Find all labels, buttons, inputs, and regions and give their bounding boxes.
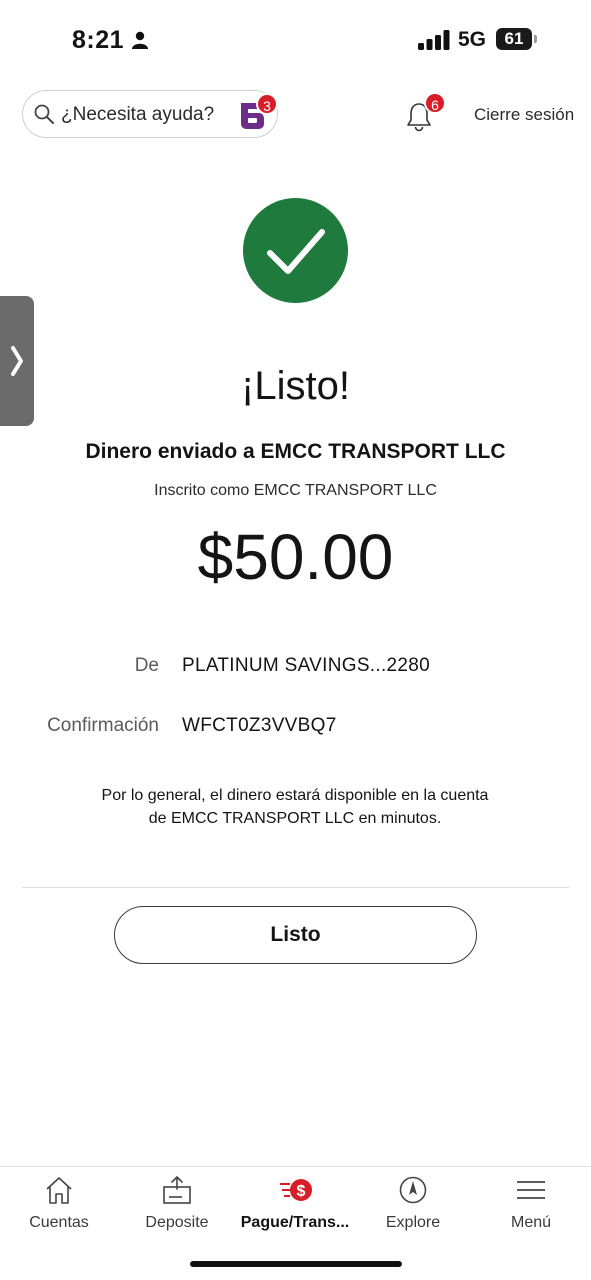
person-icon bbox=[132, 31, 148, 49]
nav-label-accounts: Cuentas bbox=[29, 1214, 89, 1231]
compass-icon bbox=[399, 1176, 427, 1204]
home-indicator[interactable] bbox=[190, 1261, 402, 1267]
done-button[interactable]: Listo bbox=[114, 906, 477, 964]
section-divider bbox=[22, 887, 569, 888]
help-search-bar[interactable]: ¿Necesita ayuda? 3 bbox=[22, 90, 278, 138]
assistant-badge: 3 bbox=[256, 93, 278, 115]
availability-note: Por lo general, el dinero estará disponi… bbox=[101, 787, 489, 827]
enrolled-as-text: Inscrito como EMCC TRANSPORT LLC bbox=[154, 482, 437, 499]
from-account-value: PLATINUM SAVINGS...2280 bbox=[182, 655, 430, 676]
battery-tip bbox=[534, 35, 537, 43]
confirmation-headline: ¡Listo! bbox=[241, 364, 350, 408]
transfer-amount: $50.00 bbox=[197, 521, 394, 593]
logout-link[interactable]: Cierre sesión bbox=[474, 105, 574, 125]
cellular-signal-icon bbox=[418, 30, 450, 50]
confirmation-number-label: Confirmación bbox=[47, 715, 159, 736]
nav-label-pay-transfer: Pague/Trans... bbox=[240, 1214, 350, 1231]
home-icon bbox=[46, 1177, 72, 1204]
nav-item-explore[interactable]: Explore bbox=[354, 1167, 472, 1237]
nav-item-pay-transfer[interactable]: $ Pague/Trans... bbox=[236, 1167, 354, 1237]
svg-text:$: $ bbox=[297, 1183, 306, 1200]
money-sent-title: Dinero enviado a EMCC TRANSPORT LLC bbox=[85, 440, 506, 463]
hamburger-menu-icon bbox=[517, 1181, 545, 1199]
nav-item-accounts[interactable]: Cuentas bbox=[0, 1167, 118, 1237]
battery-level: 61 bbox=[504, 29, 524, 48]
search-placeholder: ¿Necesita ayuda? bbox=[61, 104, 215, 125]
status-bar: 8:21 5G 61 bbox=[0, 0, 591, 80]
nav-label-menu: Menú bbox=[510, 1214, 552, 1231]
notifications-badge: 6 bbox=[424, 92, 446, 114]
deposit-icon bbox=[163, 1176, 191, 1204]
pay-transfer-icon: $ bbox=[280, 1179, 312, 1201]
from-account-label: De bbox=[134, 655, 159, 676]
nav-label-explore: Explore bbox=[385, 1214, 441, 1231]
status-time: 8:21 bbox=[72, 26, 125, 54]
nav-item-menu[interactable]: Menú bbox=[472, 1167, 590, 1237]
nav-label-deposit: Deposite bbox=[145, 1214, 209, 1231]
success-checkmark-icon bbox=[243, 198, 348, 303]
search-icon bbox=[34, 104, 54, 124]
network-type: 5G bbox=[458, 28, 487, 51]
battery-icon: 61 bbox=[496, 28, 532, 50]
confirmation-number-value: WFCT0Z3VVBQ7 bbox=[182, 715, 337, 736]
nav-item-deposit[interactable]: Deposite bbox=[118, 1167, 236, 1237]
